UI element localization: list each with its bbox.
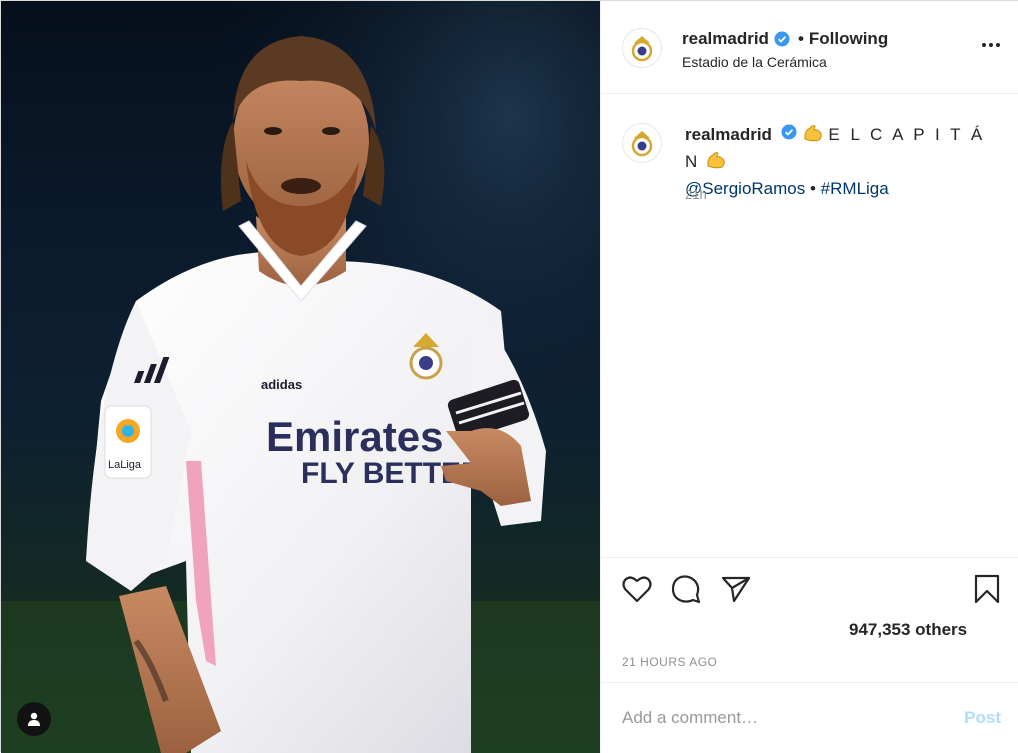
real-madrid-crest-icon [631,36,653,62]
real-madrid-crest-icon [631,131,653,157]
caption-separator: • [809,179,816,198]
caption-hashtag-link[interactable]: #RMLiga [821,179,889,198]
header-author-line: realmadrid • Following [682,29,888,49]
like-button[interactable] [621,573,653,605]
author-avatar[interactable] [622,28,662,68]
laliga-badge: LaLiga [104,405,152,479]
comment-button[interactable] [670,573,702,605]
user-tags-icon [28,712,40,726]
comments-section: realmadrid E L C A P I T Á N @SergioRamo… [601,95,1018,557]
post-timestamp[interactable]: 21 HOURS AGO [622,655,717,669]
post-header: realmadrid • Following Estadio de la Cer… [601,1,1018,94]
user-tags-button[interactable] [17,702,51,736]
share-icon [721,576,751,603]
post-actions: 947,353 others 21 HOURS AGO [601,557,1018,682]
flexed-biceps-emoji [705,150,727,177]
svg-text:adidas: adidas [261,377,302,392]
post-details-panel: realmadrid • Following Estadio de la Cer… [600,1,1018,753]
post-media[interactable]: Emirates FLY BETTER adidas LaLiga [1,1,600,753]
post-caption: realmadrid E L C A P I T Á N @SergioRamo… [685,123,1005,201]
svg-text:LaLiga: LaLiga [108,459,142,471]
instagram-post: Emirates FLY BETTER adidas LaLiga realma… [0,0,1018,753]
jersey-sponsor: Emirates [266,413,443,460]
likes-count[interactable]: 947,353 others [849,620,967,640]
post-comment-button[interactable]: Post [964,708,1001,728]
verified-badge-icon [774,31,790,47]
save-button[interactable] [971,573,1003,605]
flexed-biceps-emoji [802,123,824,150]
post-location[interactable]: Estadio de la Cerámica [682,54,827,70]
like-heart-icon [622,576,652,603]
verified-badge-icon [781,124,797,140]
comment-input[interactable] [622,705,942,731]
add-comment-bar: Post [601,682,1018,753]
caption-author-avatar[interactable] [622,123,662,163]
author-username[interactable]: realmadrid [682,29,769,49]
separator-dot: • [797,29,804,48]
save-bookmark-icon [974,574,1000,604]
caption-age[interactable]: 21h [685,187,707,202]
following-button[interactable]: Following [809,29,888,49]
caption-username[interactable]: realmadrid [685,125,772,144]
post-photo: Emirates FLY BETTER adidas LaLiga [1,1,600,753]
share-button[interactable] [720,573,752,605]
more-options-icon[interactable] [982,39,1000,51]
comment-icon [671,575,701,604]
